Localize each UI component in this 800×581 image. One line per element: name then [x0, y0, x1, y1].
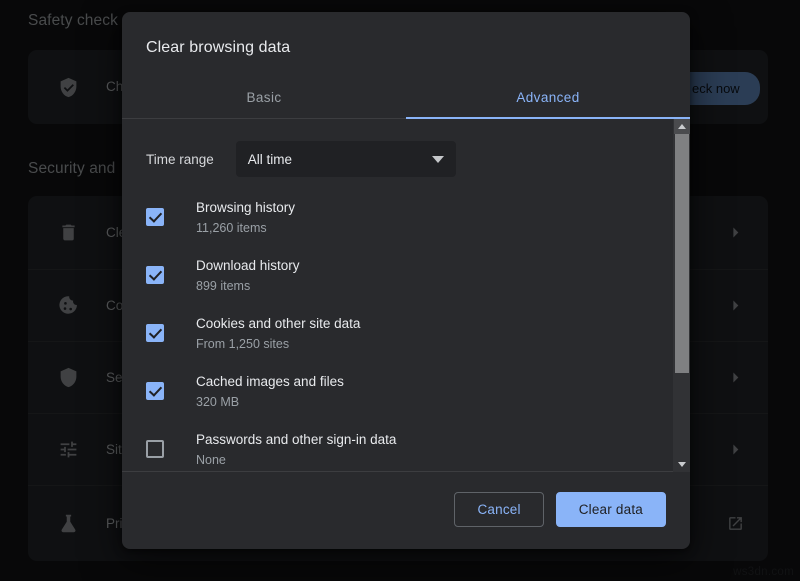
time-range-select[interactable]: All time — [236, 141, 456, 177]
list-item-label: Passwords and other sign-in data — [196, 430, 649, 450]
list-item-text: Cookies and other site data From 1,250 s… — [196, 314, 649, 354]
list-item-text: Browsing history 11,260 items — [196, 198, 649, 238]
dialog-scrollbar[interactable] — [673, 119, 690, 472]
list-item-label: Browsing history — [196, 198, 649, 218]
list-item-passwords[interactable]: Passwords and other sign-in data None — [146, 421, 649, 472]
dialog-body: Time range All time Browsing history 11,… — [122, 119, 690, 472]
scroll-down-arrow-icon[interactable] — [674, 457, 690, 472]
list-item-detail: 320 MB — [196, 392, 649, 412]
list-item-download-history[interactable]: Download history 899 items — [146, 247, 649, 305]
list-item-text: Cached images and files 320 MB — [196, 372, 649, 412]
chevron-down-icon — [432, 156, 444, 163]
tab-advanced[interactable]: Advanced — [406, 78, 690, 118]
dialog-scroll-area: Time range All time Browsing history 11,… — [122, 119, 673, 472]
checkbox-cached-images[interactable] — [146, 382, 164, 400]
list-item-text: Passwords and other sign-in data None — [196, 430, 649, 470]
list-item-cookies[interactable]: Cookies and other site data From 1,250 s… — [146, 305, 649, 363]
tab-basic[interactable]: Basic — [122, 78, 406, 118]
dialog-tabs: Basic Advanced — [122, 78, 690, 119]
time-range-row: Time range All time — [122, 119, 673, 177]
checkbox-passwords[interactable] — [146, 440, 164, 458]
checkbox-browsing-history[interactable] — [146, 208, 164, 226]
time-range-label: Time range — [146, 152, 214, 167]
cancel-button[interactable]: Cancel — [454, 492, 543, 527]
dialog-title: Clear browsing data — [122, 12, 690, 60]
list-item-label: Cached images and files — [196, 372, 649, 392]
scrollbar-thumb[interactable] — [675, 134, 689, 373]
list-item-detail: 11,260 items — [196, 218, 649, 238]
list-item-browsing-history[interactable]: Browsing history 11,260 items — [146, 189, 649, 247]
list-item-cached-images[interactable]: Cached images and files 320 MB — [146, 363, 649, 421]
list-item-detail: None — [196, 450, 649, 470]
scrollbar-track[interactable] — [674, 134, 690, 457]
data-type-list: Browsing history 11,260 items Download h… — [122, 177, 673, 472]
dialog-footer: Cancel Clear data — [122, 472, 690, 549]
checkbox-cookies[interactable] — [146, 324, 164, 342]
list-item-label: Cookies and other site data — [196, 314, 649, 334]
list-item-text: Download history 899 items — [196, 256, 649, 296]
time-range-value: All time — [248, 152, 432, 167]
clear-data-button[interactable]: Clear data — [556, 492, 666, 527]
scroll-up-arrow-icon[interactable] — [674, 119, 690, 134]
list-item-detail: From 1,250 sites — [196, 334, 649, 354]
clear-browsing-data-dialog: Clear browsing data Basic Advanced Time … — [122, 12, 690, 549]
list-item-label: Download history — [196, 256, 649, 276]
list-item-detail: 899 items — [196, 276, 649, 296]
checkbox-download-history[interactable] — [146, 266, 164, 284]
